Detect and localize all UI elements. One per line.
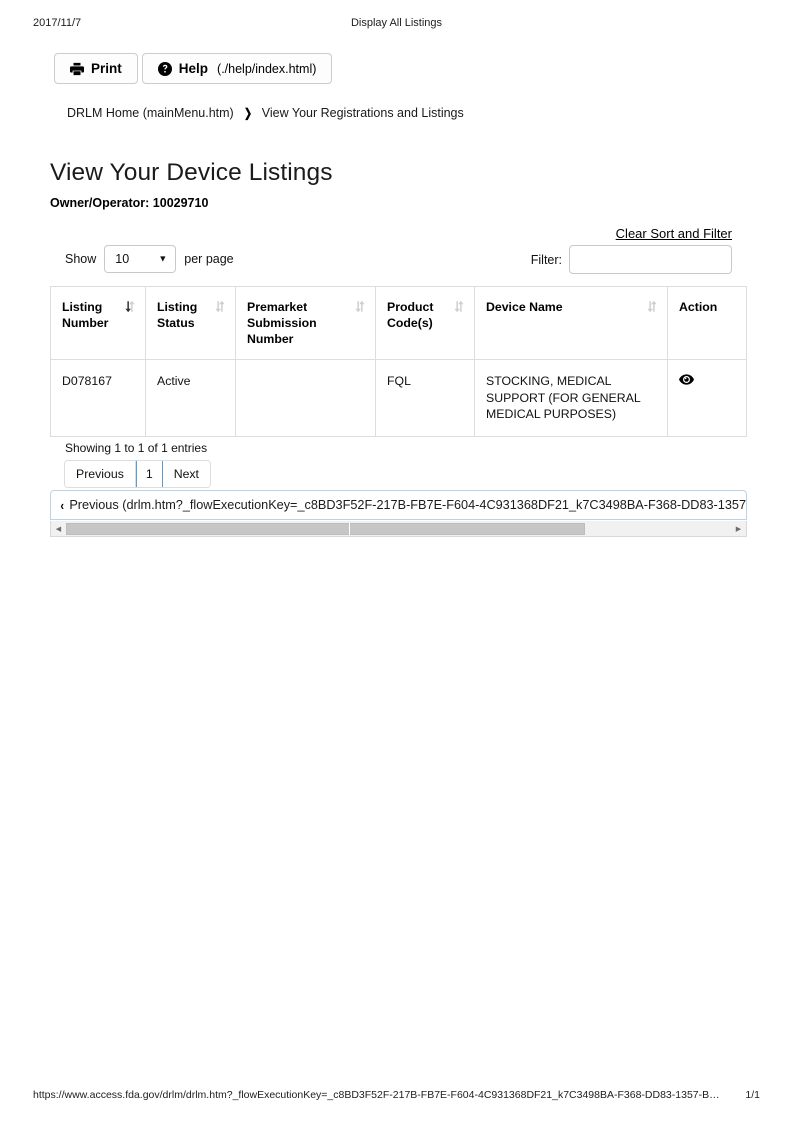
print-footer-url: https://www.access.fda.gov/drlm/drlm.htm… [33, 1089, 720, 1101]
cell-action [667, 359, 747, 437]
cell-device-name: STOCKING, MEDICAL SUPPORT (FOR GENERAL M… [474, 359, 668, 437]
help-button[interactable]: Help (./help/index.html) [141, 53, 333, 84]
sort-none-icon [453, 300, 465, 313]
sort-none-icon [646, 300, 658, 313]
print-document-title: Display All Listings [350, 17, 443, 29]
question-circle-icon [157, 61, 172, 76]
table-info: Showing 1 to 1 of 1 entries [65, 441, 208, 455]
print-footer: https://www.access.fda.gov/drlm/drlm.htm… [0, 1089, 793, 1105]
pagination: Previous 1 Next [64, 460, 211, 488]
scrollbar-thumb[interactable] [66, 522, 585, 535]
cell-product-codes: FQL [375, 359, 475, 437]
help-button-url: (./help/index.html) [217, 61, 317, 76]
column-header-premarket-submission-number[interactable]: Premarket Submission Number [235, 286, 376, 360]
filter-input[interactable] [569, 245, 732, 274]
listings-table: Listing Number Listing Status Premarket … [50, 286, 747, 437]
column-header-listing-status[interactable]: Listing Status [145, 286, 236, 360]
per-page-value: 10 [115, 252, 130, 266]
per-page-label: per page [184, 252, 234, 266]
column-header-label: Action [679, 300, 718, 314]
per-page-select[interactable]: 10 ▼ [104, 245, 177, 273]
chevron-right-icon: ❯ [243, 106, 252, 120]
eye-icon[interactable] [679, 374, 694, 388]
sort-none-icon [214, 300, 226, 313]
print-button[interactable]: Print [54, 53, 138, 84]
scroll-left-arrow-icon[interactable]: ◀ [51, 522, 66, 536]
printer-icon [70, 62, 84, 76]
sort-none-icon [354, 300, 366, 313]
column-header-label: Premarket Submission Number [247, 300, 317, 346]
show-label: Show [65, 252, 97, 266]
column-header-product-codes[interactable]: Product Code(s) [375, 286, 475, 360]
breadcrumb-item-current: View Your Registrations and Listings [261, 106, 464, 120]
horizontal-scrollbar[interactable]: ◀ ▶ [50, 521, 747, 537]
scrollbar-track[interactable] [66, 521, 731, 536]
previous-link-bar[interactable]: ‹ Previous (drlm.htm?_flowExecutionKey=_… [50, 490, 747, 520]
cell-premarket-submission-number [235, 359, 376, 437]
cell-listing-number: D078167 [50, 359, 146, 437]
sort-descending-icon [124, 300, 136, 313]
column-header-label: Device Name [486, 300, 563, 314]
toolbar: Print Help (./help/index.html) [54, 53, 333, 84]
column-header-listing-number[interactable]: Listing Number [50, 286, 146, 360]
cell-listing-status: Active [145, 359, 236, 437]
help-button-label: Help [178, 61, 209, 76]
breadcrumb-item-home[interactable]: DRLM Home (mainMenu.htm) [67, 106, 234, 120]
chevron-left-icon: ‹ [60, 497, 65, 513]
table-header-row: Listing Number Listing Status Premarket … [50, 286, 747, 360]
print-footer-page-number: 1/1 [745, 1089, 760, 1101]
print-header: 2017/11/7 Display All Listings [0, 17, 793, 33]
filter-label: Filter: [530, 252, 562, 267]
page-title: View Your Device Listings [50, 159, 333, 186]
column-header-label: Product Code(s) [387, 300, 434, 330]
filter-group: Filter: [531, 245, 732, 274]
breadcrumb: DRLM Home (mainMenu.htm) ❯ View Your Reg… [67, 106, 464, 120]
pagination-next-button[interactable]: Next [162, 461, 210, 487]
pagination-page-1-button[interactable]: 1 [135, 461, 163, 487]
owner-operator-label: Owner/Operator: 10029710 [50, 196, 209, 210]
clear-sort-and-filter-link[interactable]: Clear Sort and Filter [616, 226, 732, 241]
column-header-action: Action [667, 286, 747, 360]
print-button-label: Print [91, 61, 122, 76]
column-header-device-name[interactable]: Device Name [474, 286, 668, 360]
show-entries-group: Show 10 ▼ per page [65, 245, 234, 273]
table-row: D078167 Active FQL STOCKING, MEDICAL SUP… [50, 359, 747, 437]
chevron-down-icon: ▼ [158, 253, 168, 264]
listings-table-container: Listing Number Listing Status Premarket … [50, 286, 747, 437]
pagination-previous-button[interactable]: Previous [65, 461, 136, 487]
previous-link-text: Previous (drlm.htm?_flowExecutionKey=_c8… [69, 498, 747, 512]
scroll-right-arrow-icon[interactable]: ▶ [731, 522, 746, 536]
